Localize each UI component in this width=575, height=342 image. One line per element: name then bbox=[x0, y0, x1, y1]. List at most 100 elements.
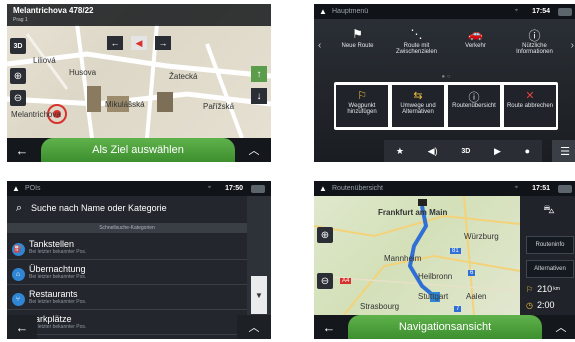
zoom-out-icon[interactable]: ⊖ bbox=[10, 90, 26, 106]
favorite-star-icon[interactable]: ★ bbox=[396, 146, 404, 157]
scroll-down-icon[interactable]: ▼ bbox=[251, 276, 267, 314]
poi-search-field[interactable]: ⌕ Suche nach Name oder Kategorie bbox=[7, 196, 247, 220]
duration-icon: ◷ bbox=[526, 300, 533, 310]
map-label: Žatecká bbox=[169, 72, 198, 81]
quick-menu-bar: ★ ◀) 3D ▶ ● bbox=[384, 140, 542, 162]
submenu-label: Route abbrechen bbox=[506, 103, 554, 109]
bottom-bar: ← Navigationsansicht ︿ bbox=[314, 315, 575, 339]
pan-left-icon[interactable]: ← bbox=[107, 36, 123, 50]
list-item[interactable]: ⌂ Übernachtung Bei letzter bekannter Pos… bbox=[7, 260, 247, 285]
cancel-route-icon: ✕ bbox=[525, 90, 535, 102]
zoom-up-icon[interactable]: ↑ bbox=[251, 66, 267, 82]
message-icon[interactable] bbox=[558, 184, 572, 193]
poi-name: Restaurants bbox=[29, 289, 78, 299]
map-label: Heilbronn bbox=[418, 272, 453, 281]
menu-arrow-icon[interactable]: ▲ bbox=[314, 7, 332, 16]
map-cursor-screen: Liliová Husova Žatecká Mikulášská Pařížs… bbox=[7, 4, 271, 162]
map-label: Pařížská bbox=[203, 102, 235, 111]
bottom-bar: ← ︿ bbox=[7, 315, 271, 339]
screen-title: Hauptmenü bbox=[332, 8, 369, 15]
duration-value: 2:00 bbox=[536, 300, 555, 310]
street-sub: Prag 1 bbox=[13, 17, 28, 23]
submenu-label: Routenübersicht bbox=[452, 103, 496, 109]
map-label: Husova bbox=[69, 68, 97, 77]
submenu-cancel-route[interactable]: ✕ Route abbrechen bbox=[504, 85, 556, 127]
chevron-up-icon[interactable]: ︿ bbox=[237, 138, 271, 162]
street-header: Melantrichova 478/22 Prag 1 bbox=[7, 4, 271, 26]
map-label: Strasbourg bbox=[360, 302, 400, 311]
status-bar: ▲ Routenübersicht ⌖ 17:51 bbox=[314, 181, 575, 196]
route-overview-icon: ⓘ bbox=[468, 92, 480, 104]
page-indicator: ● ○ bbox=[441, 74, 451, 80]
submenu-route-overview[interactable]: ⓘ Routenübersicht bbox=[448, 85, 500, 127]
message-icon[interactable] bbox=[251, 184, 265, 193]
zoom-out-icon[interactable]: ⊖ bbox=[317, 273, 333, 289]
user-icon[interactable]: ● bbox=[525, 146, 530, 156]
detour-icon: ⇆ bbox=[413, 90, 423, 102]
chevron-left-icon[interactable]: ‹ bbox=[318, 40, 321, 51]
cursor-icon[interactable]: ◀ bbox=[131, 36, 147, 50]
volume-icon[interactable]: ◀) bbox=[428, 146, 438, 157]
street-name: Melantrichova 478/22 bbox=[13, 6, 94, 15]
map-label: Aalen bbox=[466, 292, 487, 301]
menu-item-multi-route[interactable]: ⋱ Route mit Zwischenzielen bbox=[387, 19, 446, 71]
back-arrow-icon[interactable]: ← bbox=[314, 315, 344, 339]
play-icon[interactable]: ▶ bbox=[494, 146, 501, 157]
3d-toggle-button[interactable]: 3D bbox=[461, 148, 470, 155]
list-item[interactable]: ⛽ Tankstellen Bei letzter bekannter Pos. bbox=[7, 235, 247, 260]
menu-item-label: Neue Route bbox=[341, 43, 374, 49]
menu-arrow-icon[interactable]: ▲ bbox=[314, 184, 332, 193]
menu-item-label: Nützliche Informationen bbox=[516, 43, 553, 55]
clock: 17:51 bbox=[532, 185, 550, 192]
3d-toggle-button[interactable]: 3D bbox=[10, 38, 26, 54]
chevron-up-icon[interactable]: ︿ bbox=[544, 315, 575, 339]
search-icon: ⌕ bbox=[15, 201, 23, 214]
message-icon[interactable] bbox=[558, 7, 572, 16]
route-map[interactable]: Frankfurt am Main Würzburg Mannheim Heil… bbox=[314, 196, 520, 315]
zoom-in-icon[interactable]: ⊕ bbox=[317, 227, 333, 243]
add-waypoint-icon: ⚐ bbox=[357, 90, 367, 102]
back-arrow-icon[interactable]: ← bbox=[7, 315, 37, 339]
map-label: Würzburg bbox=[464, 232, 499, 241]
main-menu-screen: ▲ Hauptmenü ⌖ 17:54 ‹ › ⚑ Neue Route ⋱ R… bbox=[314, 4, 575, 162]
restaurant-icon: ⑂ bbox=[11, 293, 25, 306]
submenu-add-waypoint[interactable]: ⚐ Wegpunkt hinzufügen bbox=[336, 85, 388, 127]
map-label: Liliová bbox=[33, 56, 56, 65]
list-item[interactable]: ⑂ Restaurants Bei letzter bekannter Pos. bbox=[7, 285, 247, 310]
map-label: Stuttgart bbox=[418, 292, 449, 301]
menu-item-label: Verkehr bbox=[465, 43, 486, 49]
poi-sub: Bei letzter bekannter Pos. bbox=[29, 249, 87, 255]
zoom-in-icon[interactable]: ⊕ bbox=[10, 68, 26, 84]
back-arrow-icon[interactable]: ← bbox=[7, 138, 37, 162]
menu-row: ⚑ Neue Route ⋱ Route mit Zwischenzielen … bbox=[328, 19, 564, 71]
vehicle-icon[interactable]: ⛍ bbox=[520, 204, 575, 218]
menu-arrow-icon[interactable]: ▲ bbox=[7, 184, 25, 193]
route-submenu: ⚐ Wegpunkt hinzufügen ⇆ Umwege und Alter… bbox=[334, 82, 558, 130]
navigation-view-button[interactable]: Navigationsansicht bbox=[348, 315, 542, 339]
select-destination-button[interactable]: Als Ziel auswählen bbox=[41, 138, 235, 162]
pan-right-icon[interactable]: → bbox=[155, 36, 171, 50]
status-bar: ▲ POIs ⌖ 17:50 bbox=[7, 181, 271, 196]
route-info-button[interactable]: Routeninfo bbox=[526, 236, 574, 254]
chevron-right-icon[interactable]: › bbox=[571, 40, 574, 51]
menu-item-traffic[interactable]: 🚗 Verkehr bbox=[446, 19, 505, 71]
menu-item-useful-info[interactable]: ⓘ Nützliche Informationen bbox=[505, 19, 564, 71]
poi-name: Tankstellen bbox=[29, 239, 75, 249]
highway-shield: A4 bbox=[340, 278, 352, 284]
highway-shield: 81 bbox=[450, 248, 461, 254]
gps-icon: ⌖ bbox=[514, 185, 519, 191]
chevron-up-icon[interactable]: ︿ bbox=[237, 315, 271, 339]
highway-shield: 7 bbox=[454, 306, 462, 312]
submenu-detours[interactable]: ⇆ Umwege und Alternativen bbox=[392, 85, 444, 127]
hamburger-menu-icon[interactable]: ☰ bbox=[552, 140, 575, 162]
poi-name: Übernachtung bbox=[29, 264, 86, 274]
distance-unit: km bbox=[553, 286, 560, 292]
map-label: Melantrichova bbox=[11, 110, 61, 119]
zoom-down-icon[interactable]: ↓ bbox=[251, 88, 267, 104]
alternatives-button[interactable]: Alternativen bbox=[526, 260, 574, 278]
submenu-label: Wegpunkt hinzufügen bbox=[347, 103, 377, 115]
status-bar: ▲ Hauptmenü ⌖ 17:54 bbox=[314, 4, 575, 19]
menu-item-new-route[interactable]: ⚑ Neue Route bbox=[328, 19, 387, 71]
poi-sub: Bei letzter bekannter Pos. bbox=[29, 274, 87, 280]
fuel-station-icon: ⛽ bbox=[11, 243, 25, 256]
